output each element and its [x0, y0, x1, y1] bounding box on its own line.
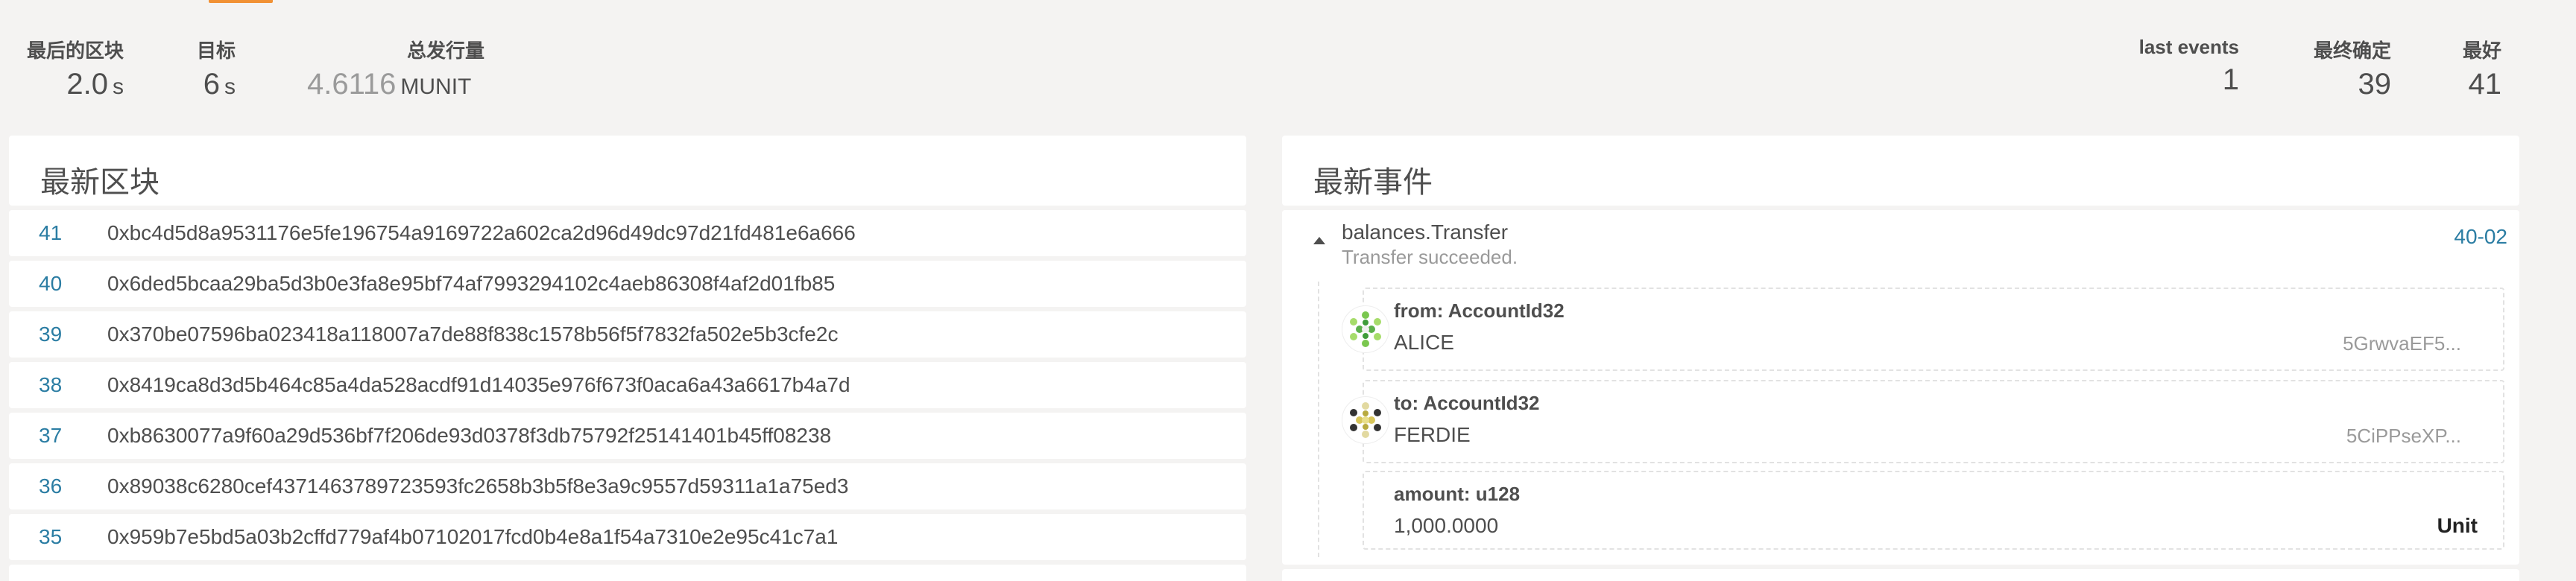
stat-value: 4.6116 MUNIT [307, 68, 472, 101]
stat-issuance: 总发行量 4.6116 MUNIT [307, 36, 486, 99]
param-value: ALICE [1394, 331, 1454, 354]
param-value: 1,000.0000 [1394, 514, 1499, 537]
stat-target: 目标 6s [194, 36, 236, 99]
stat-label: 最好 [2462, 39, 2501, 62]
block-number-link[interactable]: 37 [39, 424, 62, 448]
block-number-link[interactable]: 41 [39, 221, 62, 245]
block-number-link[interactable]: 38 [39, 373, 62, 397]
recent-events-title: 最新事件 [1313, 166, 1433, 199]
account-address[interactable]: 5CiPPseXP... [2346, 425, 2461, 448]
summary-bar: 最后的区块 2.0 s 目标 6s 总发行量 4.6116 MUNIT last e… [0, 0, 2576, 112]
stat-label: 目标 [196, 39, 236, 62]
block-hash: 0xb8630077a9f60a29d536bf7f206de93d0378f3… [107, 424, 832, 447]
event-item: balances.Transfer Transfer succeeded. 40… [1282, 210, 2519, 565]
stat-last-block: 最后的区块 2.0 s [27, 36, 124, 99]
param-label: from: AccountId32 [1394, 299, 1565, 322]
stat-best: 最好 41 [2460, 36, 2501, 99]
stat-value: 2.0 s [66, 68, 124, 101]
event-name: balances.Transfer [1342, 220, 1509, 244]
block-row[interactable]: 37 0xb8630077a9f60a29d536bf7f206de93d037… [9, 413, 1246, 459]
stat-label: 最后的区块 [27, 39, 124, 62]
param-value: FERDIE [1394, 423, 1471, 446]
block-number-link[interactable]: 36 [39, 474, 62, 498]
account-address[interactable]: 5GrwvaEF5... [2343, 332, 2461, 355]
block-hash: 0x370be07596ba023418a118007a7de88f838c15… [107, 323, 839, 346]
event-item-partial [1282, 569, 2519, 581]
block-row[interactable]: 40 0x6ded5bcaa29ba5d3b0e3fa8e95bf74af799… [9, 261, 1246, 307]
block-hash: 0xbc4d5d8a9531176e5fe196754a9169722a602c… [107, 221, 856, 244]
identicon-ferdie-icon[interactable] [1342, 396, 1389, 444]
param-label: amount: u128 [1394, 483, 1521, 505]
recent-blocks-title: 最新区块 [40, 166, 160, 199]
block-hash: 0x89038c6280cef4371463789723593fc2658b3b… [107, 474, 849, 498]
param-to: to: AccountId32 FERDIE 5CiPPseXP... [1363, 380, 2504, 463]
param-label: to: AccountId32 [1394, 392, 1540, 414]
block-row[interactable]: 38 0x8419ca8d3d5b464c85a4da528acdf91d140… [9, 362, 1246, 408]
block-row[interactable]: 41 0xbc4d5d8a9531176e5fe196754a9169722a6… [9, 210, 1246, 256]
param-connector [1318, 282, 1319, 557]
stat-value: 39 [2358, 68, 2392, 101]
explorer-page: 最后的区块 2.0 s 目标 6s 总发行量 4.6116 MUNIT last e… [0, 0, 2576, 581]
block-hash: 0x959b7e5bd5a03b2cffd779af4b07102017fcd0… [107, 525, 839, 548]
block-hash: 0x6ded5bcaa29ba5d3b0e3fa8e95bf74af799329… [107, 272, 836, 295]
collapse-chevron-icon[interactable] [1313, 237, 1325, 244]
stat-label: last events [2138, 36, 2239, 58]
block-hash: 0x8419ca8d3d5b464c85a4da528acdf91d14035e… [107, 373, 850, 396]
stat-label: 总发行量 [406, 39, 484, 62]
block-row-partial[interactable] [9, 565, 1246, 581]
event-block-link[interactable]: 40-02 [2454, 225, 2507, 249]
block-number-link[interactable]: 35 [39, 525, 62, 549]
block-number-link[interactable]: 39 [39, 323, 62, 346]
param-amount: amount: u128 1,000.0000 Unit [1363, 471, 2504, 550]
event-description: Transfer succeeded. [1342, 246, 1518, 268]
block-row[interactable]: 35 0x959b7e5bd5a03b2cffd779af4b07102017f… [9, 514, 1246, 560]
amount-unit: Unit [2437, 514, 2478, 537]
stat-value: 6s [203, 68, 236, 101]
stat-value: 41 [2468, 68, 2502, 101]
block-row[interactable]: 39 0x370be07596ba023418a118007a7de88f838… [9, 311, 1246, 358]
stat-value: 1 [2222, 63, 2239, 96]
stat-finalized: 最终确定 39 [2311, 36, 2391, 99]
block-number-link[interactable]: 40 [39, 272, 62, 296]
stat-last-events: last events 1 [2133, 36, 2239, 95]
param-from: from: AccountId32 ALICE 5GrwvaEF5... [1363, 288, 2504, 371]
recent-events-header: 最新事件 [1282, 136, 2519, 206]
recent-blocks-header: 最新区块 [9, 136, 1246, 206]
stat-label: 最终确定 [2313, 39, 2391, 62]
identicon-alice-icon[interactable] [1342, 305, 1389, 353]
block-row[interactable]: 36 0x89038c6280cef4371463789723593fc2658… [9, 463, 1246, 509]
